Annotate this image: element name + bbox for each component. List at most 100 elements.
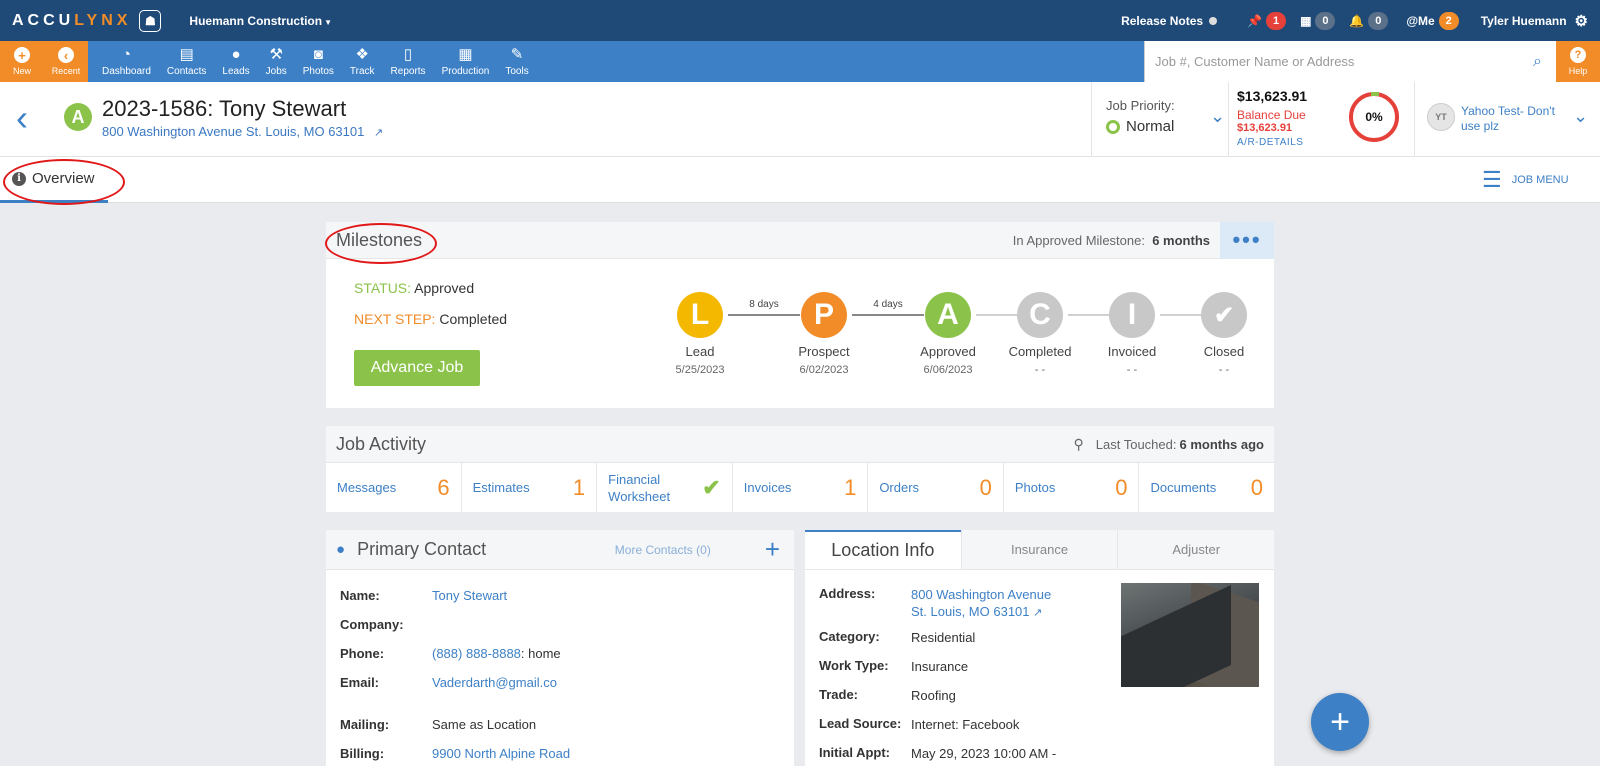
contact-name-link[interactable]: Tony Stewart — [432, 588, 507, 603]
address-line1: 800 Washington Avenue — [911, 587, 1052, 602]
milestones-panel: Milestones In Approved Milestone: 6 mont… — [326, 221, 1274, 408]
calendar-button[interactable]: ▦ 0 — [1300, 11, 1336, 30]
activity-messages[interactable]: Messages 6 — [326, 463, 462, 512]
caret-down-icon: ▼ — [324, 17, 333, 27]
notification-count-badge: 0 — [1368, 11, 1389, 30]
milestone-duration-value: 6 months — [1152, 232, 1210, 248]
notifications-button[interactable]: 🔔 0 — [1349, 11, 1389, 30]
add-floating-button[interactable]: + — [1311, 693, 1369, 751]
nav-dashboard[interactable]: ◔ Dashboard — [94, 41, 159, 82]
nav-reports[interactable]: ▯ Reports — [383, 41, 434, 82]
more-options-icon[interactable]: ••• — [1220, 221, 1274, 259]
location-address-link[interactable]: 800 Washington Avenue St. Louis, MO 63101… — [911, 586, 1051, 622]
calendar-count-badge: 0 — [1315, 11, 1336, 30]
lynx-icon: ☗ — [139, 9, 162, 32]
nav-contacts[interactable]: ▤ Contacts — [159, 41, 214, 82]
activity-financial-worksheet[interactable]: Financial Worksheet ✔ — [597, 463, 733, 512]
nav-tools[interactable]: ✎ Tools — [497, 41, 536, 82]
activity-invoices[interactable]: Invoices 1 — [733, 463, 869, 512]
more-contacts-link[interactable]: More Contacts (0) — [615, 543, 711, 557]
milestone-name: Prospect — [798, 344, 850, 359]
bell-icon: 🔔 — [1349, 13, 1365, 28]
search-icon[interactable]: ⌕ — [1533, 53, 1542, 71]
field-label: Email: — [340, 675, 380, 690]
milestone-badge: C — [1017, 292, 1063, 338]
nav-leads[interactable]: ● Leads — [214, 41, 257, 82]
nav-photos[interactable]: ◙ Photos — [295, 41, 342, 82]
assignee-selector[interactable]: YT Yahoo Test- Don't use plz ⌄ — [1414, 82, 1600, 157]
logo-text-lynx: LYNX — [74, 11, 132, 29]
acculynx-logo[interactable]: ACCU LYNX ☗ — [12, 9, 162, 32]
recent-button[interactable]: ‹ Recent — [44, 41, 88, 82]
user-menu[interactable]: Tyler Huemann — [1481, 14, 1567, 28]
milestone-completed[interactable]: C Completed - - — [1000, 292, 1080, 376]
activity-count: 1 — [844, 474, 857, 500]
contact-email-link[interactable]: Vaderdarth@gmail.co — [432, 675, 557, 690]
nav-jobs[interactable]: ⚒ Jobs — [258, 41, 295, 82]
job-menu-label: JOB MENU — [1511, 174, 1569, 186]
milestone-date: - - — [1126, 364, 1138, 376]
priority-ring-icon — [1106, 119, 1120, 134]
nav-label: Jobs — [265, 66, 287, 77]
activity-count: 0 — [1250, 474, 1264, 500]
billing-address-link[interactable]: 9900 North Alpine Road — [432, 746, 570, 761]
job-priority[interactable]: Job Priority: Normal ⌄ — [1091, 82, 1231, 157]
mentions-button[interactable]: @Me 2 — [1406, 11, 1459, 30]
company-name: Huemann Construction — [189, 13, 323, 28]
priority-value: Normal — [1126, 118, 1175, 135]
milestone-date: 5/25/2023 — [675, 364, 725, 376]
milestone-date: 6/02/2023 — [799, 364, 849, 376]
search-input[interactable] — [1155, 54, 1534, 69]
status-value: Approved — [414, 280, 475, 296]
back-arrow-icon[interactable]: ‹ — [16, 98, 28, 138]
last-touched-value: 6 months ago — [1179, 436, 1264, 452]
job-address-link[interactable]: 800 Washington Avenue St. Louis, MO 6310… — [102, 124, 383, 139]
field-label: Trade: — [819, 687, 859, 702]
tab-insurance[interactable]: Insurance — [960, 530, 1118, 569]
milestone-duration: In Approved Milestone: 6 months — [1013, 233, 1210, 248]
dashboard-icon: ◔ — [121, 46, 131, 63]
activity-count: 0 — [1115, 474, 1128, 500]
tab-overview[interactable]: i Overview — [0, 157, 108, 203]
chevron-down-icon[interactable]: ⌄ — [1210, 106, 1225, 127]
help-button[interactable]: ? Help — [1556, 41, 1600, 82]
advance-job-button[interactable]: Advance Job — [354, 350, 480, 386]
next-step-value: Completed — [439, 311, 508, 327]
milestone-approved[interactable]: A Approved 6/06/2023 — [908, 292, 988, 376]
nav-track[interactable]: ❖ Track — [342, 41, 383, 82]
chevron-down-icon[interactable]: ⌄ — [1573, 106, 1588, 127]
user-name: Tyler Huemann — [1480, 13, 1567, 28]
milestone-closed[interactable]: ✔ Closed - - — [1184, 292, 1264, 376]
primary-contact-panel: ● Primary Contact More Contacts (0) + Na… — [326, 530, 794, 766]
nav-bar: + New ‹ Recent ◔ Dashboard ▤ Contacts ● … — [0, 41, 1600, 82]
milestone-date: 6/06/2023 — [923, 364, 973, 376]
activity-count: 1 — [572, 474, 586, 500]
new-button[interactable]: + New — [0, 41, 44, 82]
pin-icon[interactable]: ⚲ — [1074, 436, 1084, 453]
job-menu-button[interactable]: ☰ JOB MENU — [1482, 169, 1569, 191]
tab-adjuster[interactable]: Adjuster — [1117, 530, 1274, 569]
milestone-lead[interactable]: L Lead 5/25/2023 — [660, 292, 740, 376]
gear-icon[interactable]: ⚙ — [1575, 12, 1588, 30]
job-activity-title: Job Activity — [336, 433, 427, 454]
activity-documents[interactable]: Documents 0 — [1139, 463, 1274, 512]
field-label: Lead Source: — [819, 716, 902, 731]
job-tab-strip: i Overview ☰ JOB MENU — [0, 157, 1600, 203]
tab-location-info[interactable]: Location Info — [805, 530, 961, 569]
recent-label: Recent — [51, 66, 81, 76]
company-selector[interactable]: Huemann Construction ▼ — [189, 14, 332, 28]
milestone-prospect[interactable]: P Prospect 6/02/2023 — [784, 292, 864, 376]
property-photo[interactable] — [1121, 583, 1259, 687]
pinned-button[interactable]: 📌 1 — [1247, 11, 1287, 30]
nav-label: Photos — [302, 66, 334, 77]
activity-label: Financial Worksheet — [608, 471, 671, 504]
activity-estimates[interactable]: Estimates 1 — [462, 463, 598, 512]
job-activity-panel: Job Activity ⚲ Last Touched: 6 months ag… — [326, 426, 1274, 512]
contact-phone-link[interactable]: (888) 888-8888 — [432, 646, 521, 661]
activity-photos[interactable]: Photos 0 — [1004, 463, 1140, 512]
nav-production[interactable]: ▦ Production — [434, 41, 498, 82]
add-contact-icon[interactable]: + — [765, 534, 780, 565]
milestone-invoiced[interactable]: I Invoiced - - — [1092, 292, 1172, 376]
activity-orders[interactable]: Orders 0 — [868, 463, 1004, 512]
release-notes-link[interactable]: Release Notes — [1121, 14, 1218, 28]
